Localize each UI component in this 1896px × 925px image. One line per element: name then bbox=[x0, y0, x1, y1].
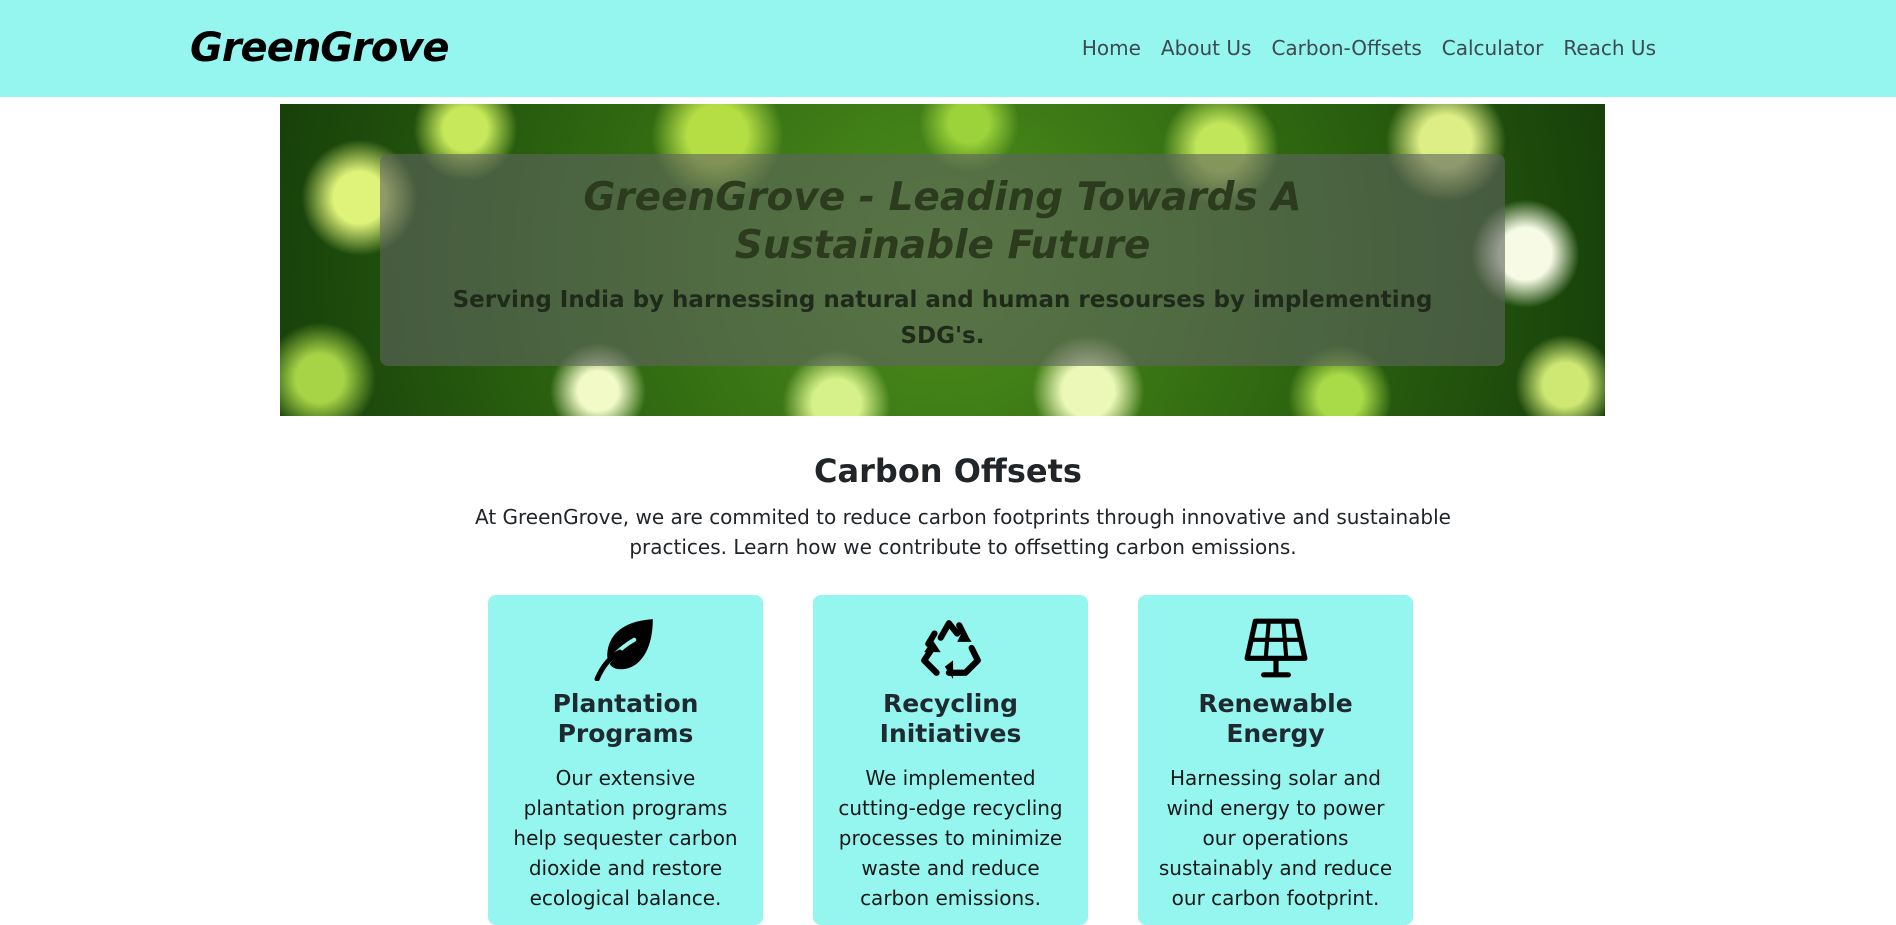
hero-overlay: GreenGrove - Leading Towards A Sustainab… bbox=[380, 154, 1505, 366]
section-intro: At GreenGrove, we are commited to reduce… bbox=[475, 505, 1451, 559]
leaf-icon bbox=[594, 619, 653, 681]
card-title: Plantation Programs bbox=[552, 689, 699, 748]
nav-link-calculator[interactable]: Calculator bbox=[1442, 32, 1544, 64]
card-text: Harnessing solar and wind energy to powe… bbox=[1158, 766, 1393, 910]
card-title: Recycling Initiatives bbox=[879, 689, 1022, 748]
card-renewable-energy: Renewable Energy Harnessing solar and wi… bbox=[1138, 595, 1413, 925]
hero-title: GreenGrove - Leading Towards A Sustainab… bbox=[583, 175, 1302, 268]
hero-banner: GreenGrove - Leading Towards A Sustainab… bbox=[280, 104, 1605, 416]
nav-links: Home About Us Carbon-Offsets Calculator … bbox=[1082, 32, 1656, 64]
solar-panel-icon bbox=[1244, 618, 1308, 678]
card-recycling-initiatives: Recycling Initiatives We implemented cut… bbox=[813, 595, 1088, 925]
nav-link-home[interactable]: Home bbox=[1082, 32, 1141, 64]
recycle-icon bbox=[921, 620, 981, 679]
brand-logo[interactable]: GreenGrove bbox=[190, 20, 450, 76]
nav-link-about-us[interactable]: About Us bbox=[1161, 32, 1252, 64]
card-title: Renewable Energy bbox=[1198, 689, 1353, 748]
nav-link-reach-us[interactable]: Reach Us bbox=[1563, 32, 1656, 64]
card-plantation-programs: Plantation Programs Our extensive planta… bbox=[488, 595, 763, 925]
nav-link-carbon-offsets[interactable]: Carbon-Offsets bbox=[1271, 32, 1421, 64]
card-text: Our extensive plantation programs help s… bbox=[513, 766, 738, 910]
navbar: GreenGrove Home About Us Carbon-Offsets … bbox=[0, 0, 1896, 97]
hero-subtitle: Serving India by harnessing natural and … bbox=[452, 287, 1433, 349]
section-title: Carbon Offsets bbox=[814, 452, 1082, 490]
card-text: We implemented cutting-edge recycling pr… bbox=[838, 766, 1063, 910]
